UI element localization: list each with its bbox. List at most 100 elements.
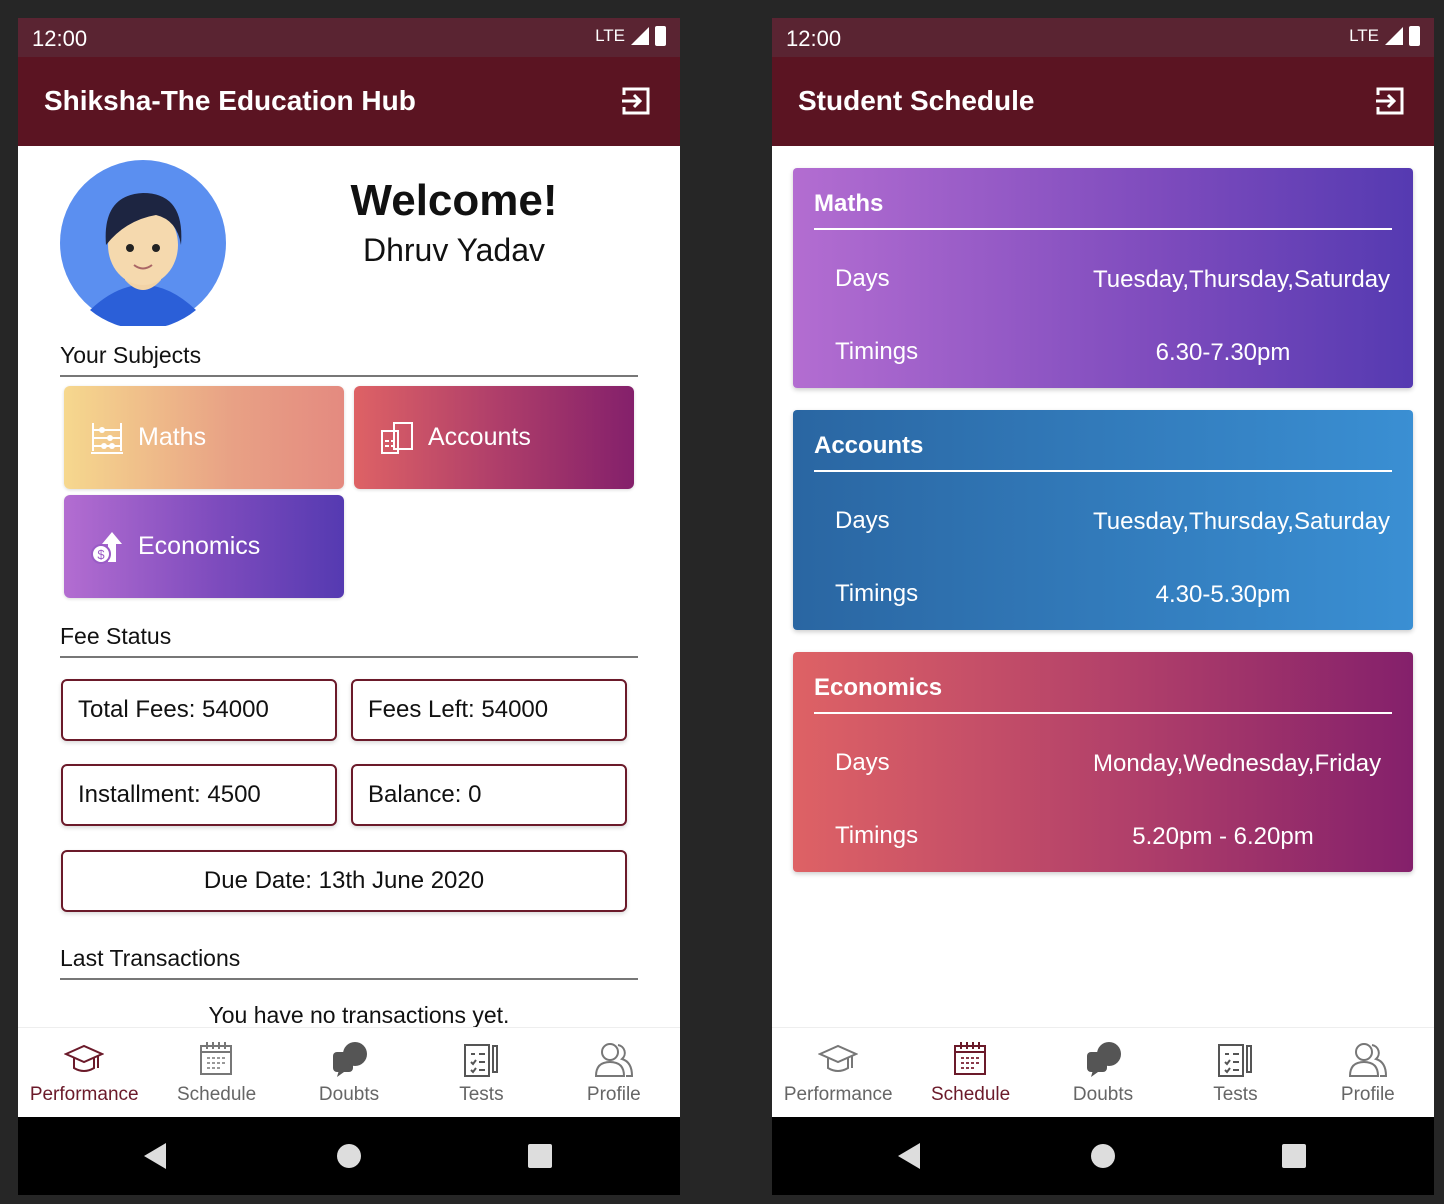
svg-text:$: $ bbox=[97, 547, 105, 562]
schedule-card-maths: Maths Days Tuesday,Thursday,Saturday Tim… bbox=[793, 168, 1413, 388]
subject-tile-accounts[interactable]: Accounts bbox=[354, 386, 634, 489]
battery-icon bbox=[1409, 26, 1420, 46]
calendar-icon bbox=[953, 1042, 986, 1075]
transactions-heading: Last Transactions bbox=[60, 945, 638, 980]
screen-title: Student Schedule bbox=[798, 85, 1035, 116]
chat-bubbles-icon bbox=[333, 1042, 368, 1077]
nav-label: Performance bbox=[29, 1084, 139, 1105]
divider bbox=[814, 470, 1392, 472]
system-nav-bar bbox=[772, 1117, 1434, 1195]
app-bar: Shiksha-The Education Hub bbox=[18, 57, 680, 146]
fee-status-heading: Fee Status bbox=[60, 623, 638, 658]
users-icon bbox=[594, 1043, 633, 1077]
home-icon[interactable] bbox=[337, 1144, 361, 1168]
nav-profile[interactable]: Profile bbox=[1302, 1028, 1434, 1117]
nav-doubts[interactable]: Doubts bbox=[1037, 1028, 1169, 1117]
network-label: LTE bbox=[1349, 26, 1379, 45]
card-subject: Accounts bbox=[814, 432, 924, 459]
home-screen: 12:00 LTE Shiksha-The Education Hub Welc… bbox=[18, 18, 680, 1195]
clipboard-icon bbox=[464, 1044, 499, 1077]
nav-tests[interactable]: Tests bbox=[1169, 1028, 1301, 1117]
app-bar: Student Schedule bbox=[772, 57, 1434, 146]
nav-label: Profile bbox=[1340, 1084, 1395, 1105]
graduation-cap-icon bbox=[64, 1044, 105, 1072]
timings-label: Timings bbox=[835, 822, 919, 849]
nav-doubts[interactable]: Doubts bbox=[283, 1028, 415, 1117]
nav-label: Profile bbox=[586, 1084, 641, 1105]
abacus-icon bbox=[91, 422, 123, 454]
nav-label: Schedule bbox=[930, 1084, 1011, 1105]
no-transactions-text: You have no transactions yet. bbox=[208, 1002, 510, 1028]
days-label: Days bbox=[835, 265, 890, 292]
welcome-heading: Welcome! bbox=[350, 176, 558, 225]
days-value: Tuesday,Thursday,Saturday bbox=[1093, 508, 1391, 535]
bottom-nav: Performance Schedule Doubts Tests Profil… bbox=[772, 1027, 1434, 1117]
student-name: Dhruv Yadav bbox=[362, 232, 546, 268]
app-title: Shiksha-The Education Hub bbox=[44, 85, 416, 116]
nav-profile[interactable]: Profile bbox=[548, 1028, 680, 1117]
clipboard-icon bbox=[1218, 1044, 1253, 1077]
due-date-box: Due Date: 13th June 2020 bbox=[61, 850, 627, 912]
logout-icon[interactable] bbox=[620, 85, 652, 117]
network-label: LTE bbox=[595, 26, 625, 45]
subject-label: Maths bbox=[138, 423, 207, 451]
users-icon bbox=[1348, 1043, 1387, 1077]
bottom-nav: Performance Schedule Doubts Tests Profil… bbox=[18, 1027, 680, 1117]
divider bbox=[814, 712, 1392, 714]
fees-left-box: Fees Left: 54000 bbox=[351, 679, 627, 741]
avatar bbox=[60, 160, 226, 326]
timings-value: 6.30-7.30pm bbox=[1155, 339, 1291, 366]
balance-box: Balance: 0 bbox=[351, 764, 627, 826]
timings-label: Timings bbox=[835, 338, 919, 365]
subjects-heading: Your Subjects bbox=[60, 342, 638, 377]
nav-label: Doubts bbox=[1072, 1084, 1134, 1105]
subject-label: Economics bbox=[138, 532, 261, 560]
home-icon[interactable] bbox=[1091, 1144, 1115, 1168]
clock: 12:00 bbox=[32, 26, 88, 51]
money-growth-icon: $ bbox=[91, 531, 122, 564]
nav-label: Schedule bbox=[176, 1084, 257, 1105]
divider bbox=[814, 228, 1392, 230]
schedule-card-economics: Economics Days Monday,Wednesday,Friday T… bbox=[793, 652, 1413, 872]
subject-tile-maths[interactable]: Maths bbox=[64, 386, 344, 489]
nav-tests[interactable]: Tests bbox=[415, 1028, 547, 1117]
status-bar: 12:00 LTE bbox=[772, 18, 1434, 57]
subject-label: Accounts bbox=[428, 423, 531, 451]
nav-label: Performance bbox=[783, 1084, 893, 1105]
status-bar: 12:00 LTE bbox=[18, 18, 680, 57]
back-icon[interactable] bbox=[144, 1143, 168, 1169]
days-label: Days bbox=[835, 507, 890, 534]
days-value: Tuesday,Thursday,Saturday bbox=[1093, 266, 1391, 293]
card-subject: Economics bbox=[814, 674, 943, 701]
calendar-icon bbox=[199, 1042, 232, 1075]
graduation-cap-icon bbox=[818, 1044, 859, 1072]
nav-label: Doubts bbox=[318, 1084, 380, 1105]
logout-icon[interactable] bbox=[1374, 85, 1406, 117]
clock: 12:00 bbox=[786, 26, 842, 51]
schedule-screen: 12:00 LTE Student Schedule Maths Days Tu… bbox=[772, 18, 1434, 1195]
nav-schedule[interactable]: Schedule bbox=[904, 1028, 1036, 1117]
nav-performance[interactable]: Performance bbox=[772, 1028, 904, 1117]
back-icon[interactable] bbox=[898, 1143, 922, 1169]
nav-schedule[interactable]: Schedule bbox=[150, 1028, 282, 1117]
nav-performance[interactable]: Performance bbox=[18, 1028, 150, 1117]
timings-value: 4.30-5.30pm bbox=[1155, 581, 1291, 608]
timings-value: 5.20pm - 6.20pm bbox=[1132, 823, 1314, 850]
signal-icon bbox=[631, 27, 649, 45]
nav-label: Tests bbox=[459, 1084, 504, 1105]
system-nav-bar bbox=[18, 1117, 680, 1195]
days-label: Days bbox=[835, 749, 890, 776]
signal-icon bbox=[1385, 27, 1403, 45]
recents-icon[interactable] bbox=[1282, 1144, 1306, 1168]
total-fees-box: Total Fees: 54000 bbox=[61, 679, 337, 741]
battery-icon bbox=[655, 26, 666, 46]
days-value: Monday,Wednesday,Friday bbox=[1093, 750, 1382, 777]
nav-label: Tests bbox=[1213, 1084, 1258, 1105]
chat-bubbles-icon bbox=[1087, 1042, 1122, 1077]
installment-box: Installment: 4500 bbox=[61, 764, 337, 826]
calculator-icon bbox=[381, 421, 413, 454]
card-subject: Maths bbox=[814, 190, 884, 217]
schedule-card-accounts: Accounts Days Tuesday,Thursday,Saturday … bbox=[793, 410, 1413, 630]
subject-tile-economics[interactable]: $ Economics bbox=[64, 495, 344, 598]
recents-icon[interactable] bbox=[528, 1144, 552, 1168]
